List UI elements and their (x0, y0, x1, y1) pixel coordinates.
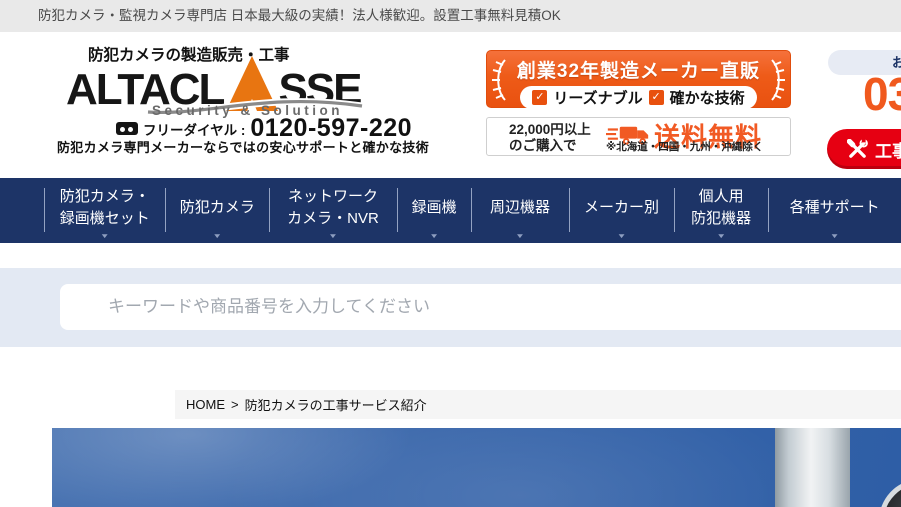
camera-pole (775, 428, 850, 507)
nav-item-peripherals[interactable]: 周辺機器 ▼ (471, 178, 569, 243)
direct-sales-point: 確かな技術 (669, 90, 745, 107)
topbar-text: 防犯カメラ・監視カメラ専門店 日本最大級の実績！法人様歓迎。設置工事無料見積OK (38, 8, 561, 23)
breadcrumb-home-link[interactable]: HOME (186, 397, 225, 412)
laurel-icon (771, 59, 785, 101)
shipping-condition-line1: 22,000円以上 (509, 122, 591, 137)
chevron-down-icon: ▼ (515, 232, 525, 241)
chevron-down-icon: ▼ (829, 232, 840, 241)
shipping-note: ※北海道・四国・九州・沖縄除く (606, 141, 764, 153)
nav-item-personal-security[interactable]: 個人用 防犯機器 ▼ (674, 178, 768, 243)
chevron-down-icon: ▼ (616, 232, 627, 241)
breadcrumb-current: 防犯カメラの工事サービス紹介 (244, 398, 427, 413)
direct-sales-title: 創業32年製造メーカー直販 (516, 61, 761, 82)
search-input[interactable] (60, 284, 901, 330)
check-icon: ✓ (532, 90, 548, 105)
nav-item-camera-recorder-set[interactable]: 防犯カメラ・ 録画機セット ▼ (44, 178, 165, 243)
shipping-condition: 22,000円以上 のご購入で (509, 122, 591, 154)
nav-item-by-maker[interactable]: メーカー別 ▼ (568, 178, 674, 243)
hero-image (52, 428, 901, 507)
chevron-down-icon: ▼ (328, 232, 338, 241)
shipping-condition-line2: のご購入で (509, 138, 577, 154)
topbar: 防犯カメラ・監視カメラ専門店 日本最大級の実績！法人様歓迎。設置工事無料見積OK (0, 0, 901, 32)
breadcrumb: HOME > 防犯カメラの工事サービス紹介 (175, 390, 901, 419)
breadcrumb-separator: > (231, 397, 239, 412)
chevron-down-icon: ▼ (99, 232, 110, 241)
nav-item-network-camera-nvr[interactable]: ネットワーク カメラ・NVR ▼ (268, 178, 397, 243)
logo-tagline-bottom: 防犯カメラ専門メーカーならではの安心サポートと確かな技術 (57, 140, 430, 155)
nav-item-recorder[interactable]: 録画機 ▼ (397, 178, 471, 243)
freedial-icon (116, 122, 138, 135)
nav-item-support[interactable]: 各種サポート ▼ (768, 178, 901, 243)
main-nav: 防犯カメラ・ 録画機セット ▼ 防犯カメラ ▼ ネットワーク カメラ・NVR ▼… (0, 178, 901, 243)
construction-button-label: 工事 (875, 141, 901, 161)
header: 防犯カメラの製造販売・工事 ALTACL SSE Security & Solu… (0, 32, 901, 178)
chevron-down-icon: ▼ (212, 232, 223, 241)
security-camera (879, 479, 901, 507)
direct-sales-point: リーズナブル (553, 90, 643, 107)
search-band (0, 268, 901, 347)
tools-icon (847, 138, 868, 158)
chevron-down-icon: ▼ (716, 232, 727, 241)
freedial-label: フリーダイヤル : (143, 122, 246, 138)
nav-item-security-camera[interactable]: 防犯カメラ ▼ (165, 178, 268, 243)
chevron-down-icon: ▼ (429, 232, 440, 241)
direct-sales-points: ✓ リーズナブル ✓ 確かな技術 (520, 86, 757, 109)
laurel-icon (492, 59, 506, 101)
check-icon: ✓ (648, 90, 664, 105)
banner-direct-sales[interactable]: 創業32年製造メーカー直販 ✓ リーズナブル ✓ 確かな技術 (486, 50, 791, 109)
phone-number: 03 (863, 68, 901, 120)
banner-free-shipping[interactable]: 22,000円以上 のご購入で 送料無料 ※北海道・四国・九州・沖縄除く (486, 117, 791, 156)
construction-consult-button[interactable]: 工事 (827, 129, 901, 169)
